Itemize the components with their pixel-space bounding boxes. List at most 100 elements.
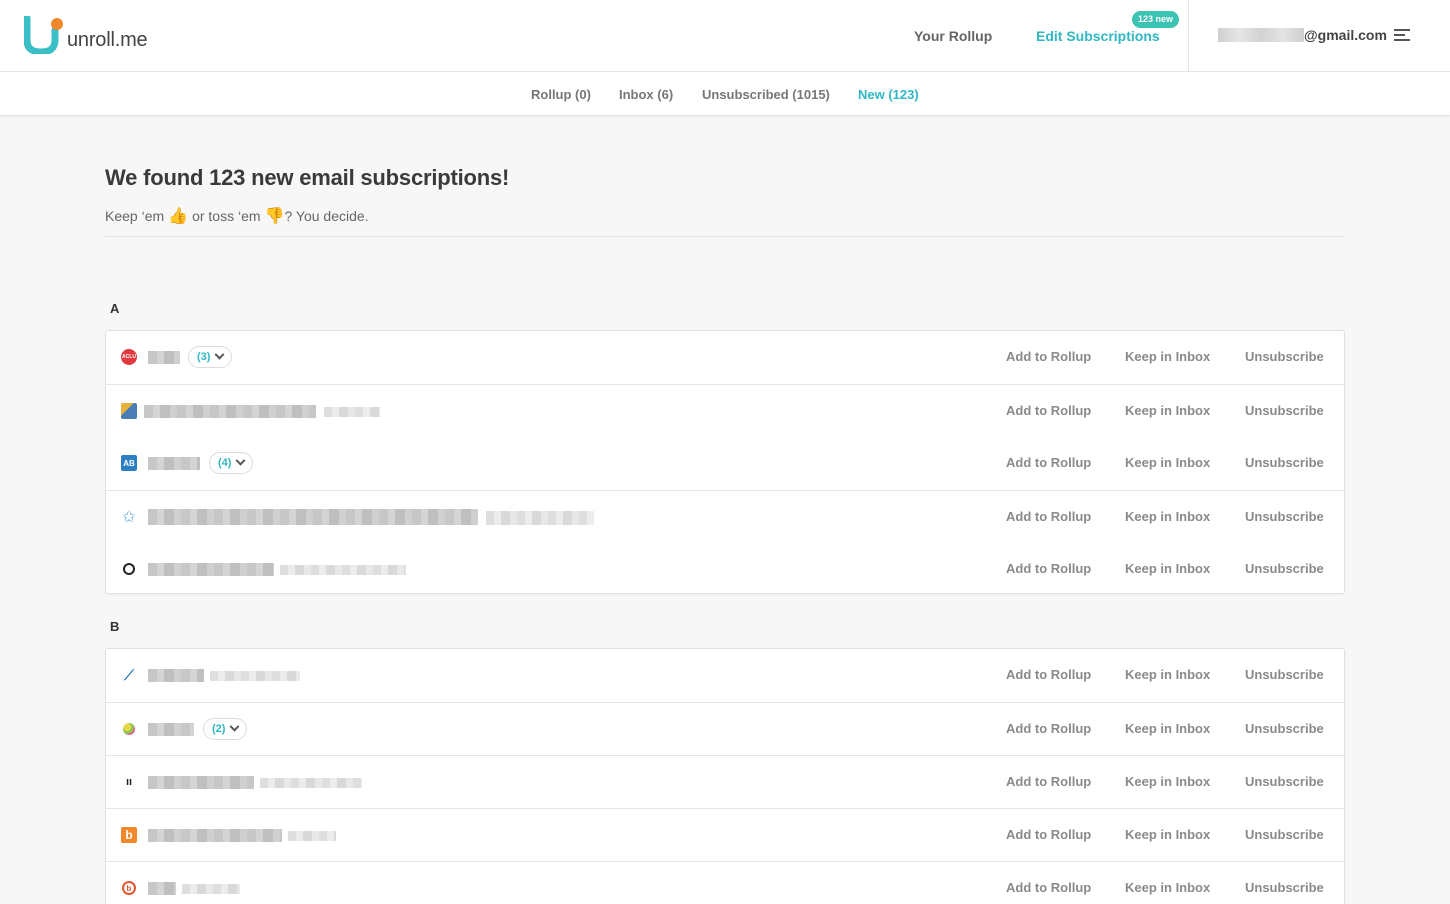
unsubscribe-button[interactable]: Unsubscribe	[1245, 827, 1324, 842]
header-divider	[1188, 0, 1189, 72]
ring-icon	[123, 563, 135, 575]
unsubscribe-button[interactable]: Unsubscribe	[1245, 667, 1324, 682]
expand-count-button[interactable]: (4)	[209, 452, 254, 474]
subscription-row: ıı Add to Rollup Keep in Inbox Unsubscri…	[106, 755, 1344, 808]
subtitle-toss: or toss ‘em	[192, 208, 261, 224]
keep-in-inbox-button[interactable]: Keep in Inbox	[1125, 349, 1210, 364]
sender-domain-redacted	[182, 884, 240, 894]
unsubscribe-button[interactable]: Unsubscribe	[1245, 455, 1324, 470]
account-email[interactable]: @gmail.com	[1218, 27, 1387, 43]
page-title: We found 123 new email subscriptions!	[105, 165, 510, 190]
add-to-rollup-button[interactable]: Add to Rollup	[1006, 667, 1091, 682]
bubble-icon	[123, 723, 135, 735]
keep-in-inbox-button[interactable]: Keep in Inbox	[1125, 561, 1210, 576]
expand-count-button[interactable]: (2)	[203, 718, 248, 740]
add-to-rollup-button[interactable]: Add to Rollup	[1006, 774, 1091, 789]
subscription-row: b Add to Rollup Keep in Inbox Unsubscrib…	[106, 861, 1344, 904]
subscription-row: Add to Rollup Keep in Inbox Unsubscribe	[106, 543, 1344, 593]
keep-in-inbox-button[interactable]: Keep in Inbox	[1125, 667, 1210, 682]
tab-inbox[interactable]: Inbox (6)	[619, 87, 673, 102]
top-bar: unroll.me Your Rollup Edit Subscriptions…	[0, 0, 1450, 72]
sender-name-redacted	[148, 723, 194, 736]
unsubscribe-button[interactable]: Unsubscribe	[1245, 561, 1324, 576]
subtitle-decide: ? You decide.	[284, 208, 369, 224]
section-letter-b: B	[110, 619, 120, 634]
subscription-row: ACLU (3) Add to Rollup Keep in Inbox Uns…	[106, 331, 1344, 384]
subscription-group-a: ACLU (3) Add to Rollup Keep in Inbox Uns…	[105, 330, 1345, 594]
count-label: (3)	[197, 351, 211, 363]
chevron-down-icon	[230, 721, 240, 732]
sender-domain-redacted	[210, 671, 300, 681]
subscription-row: (2) Add to Rollup Keep in Inbox Unsubscr…	[106, 702, 1344, 755]
subscription-row: ✩ Add to Rollup Keep in Inbox Unsubscrib…	[106, 490, 1344, 543]
unrollme-logo[interactable]: unroll.me	[24, 16, 148, 54]
sender-name-redacted	[148, 776, 254, 789]
add-to-rollup-button[interactable]: Add to Rollup	[1006, 509, 1091, 524]
sender-name-redacted	[144, 405, 316, 418]
unsubscribe-button[interactable]: Unsubscribe	[1245, 721, 1324, 736]
sender-domain-redacted	[260, 778, 362, 788]
add-to-rollup-button[interactable]: Add to Rollup	[1006, 561, 1091, 576]
ab-icon: AB	[121, 455, 137, 471]
globe-icon	[121, 403, 137, 419]
new-count-badge: 123 new	[1132, 11, 1180, 28]
aclu-icon: ACLU	[121, 349, 137, 365]
keep-in-inbox-button[interactable]: Keep in Inbox	[1125, 403, 1210, 418]
chevron-down-icon	[236, 455, 246, 466]
keep-in-inbox-button[interactable]: Keep in Inbox	[1125, 721, 1210, 736]
sender-domain-redacted	[486, 511, 594, 525]
hamburger-menu-icon[interactable]	[1394, 29, 1410, 41]
sender-domain-redacted	[288, 831, 336, 841]
keep-in-inbox-button[interactable]: Keep in Inbox	[1125, 509, 1210, 524]
unsubscribe-button[interactable]: Unsubscribe	[1245, 509, 1324, 524]
sender-name-redacted	[148, 351, 180, 364]
logo-text: unroll.me	[67, 29, 148, 51]
tab-rollup[interactable]: Rollup (0)	[531, 87, 591, 102]
sender-name-redacted	[148, 509, 478, 525]
subscription-row: ⟋ Add to Rollup Keep in Inbox Unsubscrib…	[106, 649, 1344, 702]
keep-in-inbox-button[interactable]: Keep in Inbox	[1125, 880, 1210, 895]
add-to-rollup-button[interactable]: Add to Rollup	[1006, 403, 1091, 418]
subscription-row: AB (4) Add to Rollup Keep in Inbox Unsub…	[106, 437, 1344, 490]
tab-unsubscribed[interactable]: Unsubscribed (1015)	[702, 87, 830, 102]
logo-mark-icon	[24, 16, 63, 54]
bars-icon: ıı	[125, 776, 133, 788]
b-square-icon: b	[121, 827, 137, 843]
b-circle-icon: b	[122, 881, 136, 895]
subscription-tabs: Rollup (0) Inbox (6) Unsubscribed (1015)…	[0, 72, 1450, 116]
keep-in-inbox-button[interactable]: Keep in Inbox	[1125, 827, 1210, 842]
section-letter-a: A	[110, 301, 120, 316]
add-to-rollup-button[interactable]: Add to Rollup	[1006, 721, 1091, 736]
add-to-rollup-button[interactable]: Add to Rollup	[1006, 827, 1091, 842]
sender-name-redacted	[148, 882, 176, 895]
subscription-row: Add to Rollup Keep in Inbox Unsubscribe	[106, 384, 1344, 437]
swoosh-icon: ⟋	[124, 666, 134, 683]
keep-in-inbox-button[interactable]: Keep in Inbox	[1125, 774, 1210, 789]
unsubscribe-button[interactable]: Unsubscribe	[1245, 403, 1324, 418]
thumbs-down-icon: 👎	[264, 208, 285, 225]
unsubscribe-button[interactable]: Unsubscribe	[1245, 774, 1324, 789]
divider	[105, 236, 1345, 237]
add-to-rollup-button[interactable]: Add to Rollup	[1006, 880, 1091, 895]
nav-edit-subscriptions[interactable]: Edit Subscriptions	[1036, 28, 1160, 44]
chevron-down-icon	[215, 349, 225, 360]
count-label: (4)	[218, 457, 232, 469]
sender-name-redacted	[148, 669, 204, 682]
add-to-rollup-button[interactable]: Add to Rollup	[1006, 349, 1091, 364]
account-email-suffix: @gmail.com	[1304, 27, 1387, 43]
tab-new[interactable]: New (123)	[858, 87, 919, 102]
nav-your-rollup[interactable]: Your Rollup	[914, 28, 992, 44]
expand-count-button[interactable]: (3)	[188, 346, 233, 368]
unsubscribe-button[interactable]: Unsubscribe	[1245, 880, 1324, 895]
sender-name-redacted	[148, 457, 200, 470]
keep-in-inbox-button[interactable]: Keep in Inbox	[1125, 455, 1210, 470]
sender-domain-redacted	[324, 407, 380, 417]
star-icon: ✩	[122, 509, 136, 526]
sender-name-redacted	[148, 563, 274, 576]
add-to-rollup-button[interactable]: Add to Rollup	[1006, 455, 1091, 470]
unsubscribe-button[interactable]: Unsubscribe	[1245, 349, 1324, 364]
subtitle-keep: Keep ‘em	[105, 208, 165, 224]
page-subtitle: Keep ‘em 👍 or toss ‘em 👎 ? You decide.	[105, 206, 369, 226]
sender-name-redacted	[148, 829, 282, 842]
sender-domain-redacted	[280, 565, 406, 575]
